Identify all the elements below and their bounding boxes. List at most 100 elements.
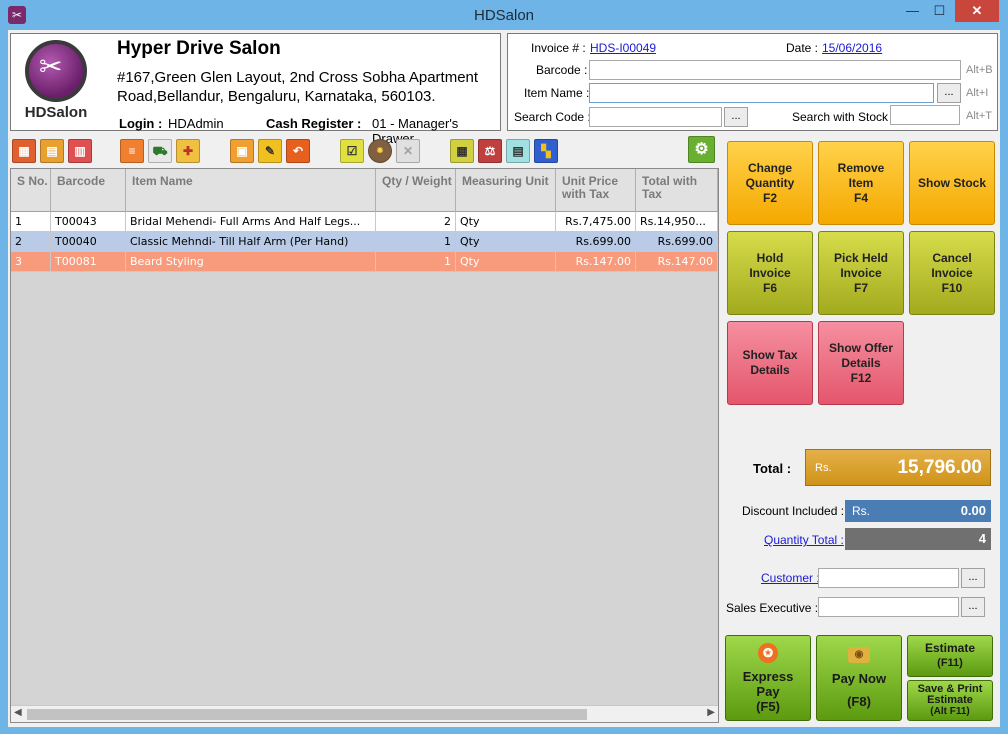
quantity-total-link[interactable]: Quantity Total : xyxy=(764,533,844,547)
maximize-button[interactable]: ☐ xyxy=(926,0,953,22)
remove-item-button[interactable]: Remove Item F4 xyxy=(818,141,904,225)
total-value: 15,796.00 xyxy=(897,457,982,478)
scroll-thumb[interactable] xyxy=(27,709,587,720)
open-invoice-icon[interactable]: ▤ xyxy=(40,139,64,163)
cart-icon[interactable]: ⛟ xyxy=(148,139,172,163)
date-link[interactable]: 15/06/2016 xyxy=(822,41,882,55)
table-row[interactable]: 2 T00040 Classic Mehndi- Till Half Arm (… xyxy=(11,232,718,252)
cell-barcode: T00043 xyxy=(51,212,126,232)
barcode-label: Barcode : xyxy=(536,63,588,77)
header-qty[interactable]: Qty / Weight xyxy=(376,169,456,212)
button-line: Invoice xyxy=(840,265,882,280)
coins-icon: ◉ xyxy=(848,647,870,663)
total-amount-box: Rs. 15,796.00 xyxy=(805,449,991,486)
package-icon[interactable]: ▣ xyxy=(230,139,254,163)
hold-invoice-button[interactable]: Hold Invoice F6 xyxy=(727,231,813,315)
search-code-browse-button[interactable]: ... xyxy=(724,107,748,127)
cell-unit: Qty xyxy=(456,232,556,252)
button-line: Show Stock xyxy=(917,175,986,190)
undo-icon[interactable]: ↶ xyxy=(286,139,310,163)
header-sno[interactable]: S No. xyxy=(11,169,51,212)
button-line: Invoice xyxy=(749,265,791,280)
minimize-button[interactable]: — xyxy=(899,0,926,22)
button-shortcut: (F8) xyxy=(847,694,871,709)
sales-executive-browse-button[interactable]: ... xyxy=(961,597,985,617)
discount-box: Rs. 0.00 xyxy=(845,500,991,522)
cell-qty: 2 xyxy=(376,212,456,232)
search-code-input[interactable] xyxy=(589,107,722,127)
search-stock-shortcut-hint: Alt+T xyxy=(966,110,992,122)
button-line: Express xyxy=(742,668,794,684)
header-total[interactable]: Total with Tax xyxy=(636,169,718,212)
item-name-input[interactable] xyxy=(589,83,934,103)
delete-icon[interactable]: ✕ xyxy=(396,139,420,163)
table-row[interactable]: 1 T00043 Bridal Mehendi- Full Arms And H… xyxy=(11,212,718,232)
search-stock-label: Search with Stock : xyxy=(792,110,895,124)
login-value: HDAdmin xyxy=(168,116,224,131)
gear-icon[interactable]: ⚙ xyxy=(688,136,715,163)
pay-now-button[interactable]: ◉ Pay Now (F8) xyxy=(816,635,902,721)
store-logo: ✂ HDSalon xyxy=(19,38,93,126)
cell-total: Rs.147.00 xyxy=(636,252,718,272)
login-label: Login : xyxy=(119,116,163,131)
invoice-number-link[interactable]: HDS-I00049 xyxy=(590,41,656,55)
button-line: Show Offer xyxy=(828,340,893,355)
change-quantity-button[interactable]: Change Quantity F2 xyxy=(727,141,813,225)
scroll-right-icon[interactable]: ▶ xyxy=(707,707,715,718)
invoice-panel: Invoice # : HDS-I00049 Date : 15/06/2016… xyxy=(507,33,998,131)
close-button[interactable]: ✕ xyxy=(955,0,999,22)
customer-input[interactable] xyxy=(818,568,959,588)
horizontal-scrollbar[interactable]: ◀ ▶ xyxy=(11,705,718,722)
calculator2-icon[interactable]: ▤ xyxy=(506,139,530,163)
runner-icon: ✪ xyxy=(758,642,778,663)
cell-sno: 2 xyxy=(11,232,51,252)
special-icon[interactable]: ✹ xyxy=(368,139,392,163)
pick-held-invoice-button[interactable]: Pick Held Invoice F7 xyxy=(818,231,904,315)
return-icon[interactable]: ▥ xyxy=(68,139,92,163)
checklist-icon[interactable]: ☑ xyxy=(340,139,364,163)
weight-icon[interactable]: ⚖ xyxy=(478,139,502,163)
save-print-estimate-button[interactable]: Save & Print Estimate (Alt F11) xyxy=(907,680,993,721)
customer-browse-button[interactable]: ... xyxy=(961,568,985,588)
cancel-invoice-button[interactable]: Cancel Invoice F10 xyxy=(909,231,995,315)
table-row[interactable]: 3 T00081 Beard Styling 1 Qty Rs.147.00 R… xyxy=(11,252,718,272)
header-barcode[interactable]: Barcode xyxy=(51,169,126,212)
barcode-input[interactable] xyxy=(589,60,961,80)
discount-value: 0.00 xyxy=(960,503,986,518)
button-line: Estimate xyxy=(927,694,973,706)
header-measuring-unit[interactable]: Measuring Unit xyxy=(456,169,556,212)
estimate-button[interactable]: Estimate (F11) xyxy=(907,635,993,677)
scissors-icon: ✂ xyxy=(39,51,63,82)
button-line: Details xyxy=(841,355,881,370)
tiles-icon[interactable]: ▚ xyxy=(534,139,558,163)
sales-executive-input[interactable] xyxy=(818,597,959,617)
header-item-name[interactable]: Item Name xyxy=(126,169,376,212)
button-line: Quantity xyxy=(745,175,795,190)
new-invoice-icon[interactable]: ▦ xyxy=(12,139,36,163)
button-line: Cancel xyxy=(932,250,972,265)
scroll-left-icon[interactable]: ◀ xyxy=(14,707,22,718)
header-unit-price[interactable]: Unit Price with Tax xyxy=(556,169,636,212)
title-bar: ✂ HDSalon — ☐ ✕ xyxy=(0,0,1008,30)
show-offer-details-button[interactable]: Show Offer Details F12 xyxy=(818,321,904,405)
express-pay-button[interactable]: ✪ Express Pay (F5) xyxy=(725,635,811,721)
show-tax-details-button[interactable]: Show Tax Details xyxy=(727,321,813,405)
cell-barcode: T00081 xyxy=(51,252,126,272)
search-stock-input[interactable] xyxy=(890,105,960,125)
gift-icon[interactable]: ✚ xyxy=(176,139,200,163)
calculator-icon[interactable]: ▦ xyxy=(450,139,474,163)
button-line: Invoice xyxy=(931,265,973,280)
button-line: Pay Now xyxy=(831,671,887,686)
store-info-panel: ✂ HDSalon Hyper Drive Salon #167,Green G… xyxy=(10,33,501,146)
show-stock-button[interactable]: Show Stock xyxy=(909,141,995,225)
logo-text: HDSalon xyxy=(24,104,88,121)
item-name-browse-button[interactable]: ... xyxy=(937,83,961,103)
button-shortcut: F7 xyxy=(853,280,868,295)
customer-link[interactable]: Customer : xyxy=(761,571,820,585)
notes-icon[interactable]: ≡ xyxy=(120,139,144,163)
button-line: Pay xyxy=(756,683,780,699)
main-client-area: ✂ HDSalon Hyper Drive Salon #167,Green G… xyxy=(8,30,1000,727)
button-shortcut: F10 xyxy=(941,280,963,295)
invoice-items-grid: S No. Barcode Item Name Qty / Weight Mea… xyxy=(10,168,719,723)
edit-icon[interactable]: ✎ xyxy=(258,139,282,163)
